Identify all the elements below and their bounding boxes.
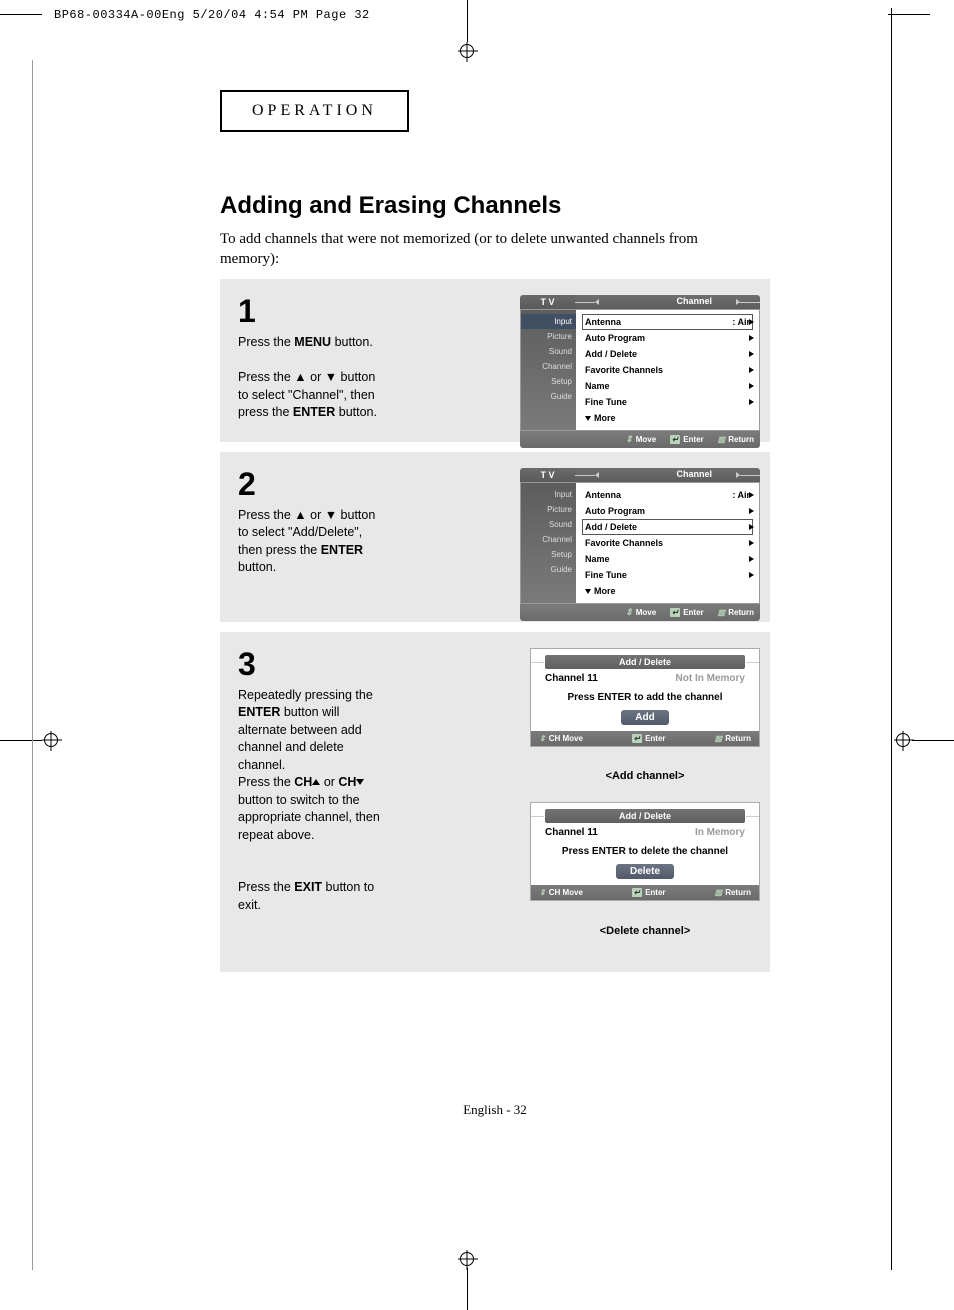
sidebar-sound: Sound [521, 517, 576, 532]
osd-title: Channel [676, 296, 712, 306]
popup-channel: Channel 11 [545, 827, 598, 838]
osd-row-name: Name [582, 551, 753, 567]
osd-row-add: Add / Delete [582, 346, 753, 362]
print-header: BP68-00334A-00Eng 5/20/04 4:54 PM Page 3… [54, 8, 370, 22]
intro-text: To add channels that were not memorized … [220, 230, 740, 269]
popup-add: Add / Delete Channel 11 Not In Memory Pre… [530, 648, 760, 747]
osd-row-fav: Favorite Channels [582, 362, 753, 378]
page-number: English - 32 [220, 1102, 770, 1118]
move-icon [625, 607, 633, 618]
osd-row-fine: Fine Tune [582, 567, 753, 583]
osd-row-antenna: Antenna: Air [582, 487, 753, 503]
ch-down-icon [356, 779, 364, 785]
enter-icon [632, 888, 642, 897]
popup-delete: Add / Delete Channel 11 In Memory Press E… [530, 802, 760, 901]
sidebar-input: Input [521, 487, 576, 502]
popup-delete-caption: <Delete channel> [530, 925, 760, 937]
step-2: 2 Press the ▲ or ▼ button to select "Add… [220, 452, 770, 622]
sidebar-channel: Channel [521, 359, 576, 374]
margin-line [32, 60, 33, 1270]
osd-sidebar: Input Picture Sound Channel Setup Guide [521, 483, 576, 603]
crop-mark [0, 14, 42, 15]
sidebar-setup: Setup [521, 374, 576, 389]
popup-title: Add / Delete [545, 809, 745, 823]
move-icon [625, 434, 633, 445]
step-text: Press the MENU button. Press the ▲ or ▼ … [238, 334, 388, 422]
enter-icon [632, 734, 642, 743]
section-label: OPERATION [252, 102, 377, 119]
osd-row-fine: Fine Tune [582, 394, 753, 410]
osd-screenshot-2: T V Channel Input Picture Sound Channel … [520, 468, 760, 621]
osd-tv-label: T V [520, 468, 575, 482]
crop-mark-bottom [460, 1252, 474, 1310]
sidebar-input: Input [521, 314, 576, 329]
crop-mark-right [912, 740, 954, 741]
popup-footer: CH Move Enter Return [531, 885, 759, 900]
page-title: Adding and Erasing Channels [220, 192, 770, 220]
popup-status: In Memory [695, 827, 745, 838]
osd-row-more: More [582, 583, 753, 599]
popup-status: Not In Memory [676, 673, 745, 684]
delete-button: Delete [616, 864, 674, 879]
osd-row-auto: Auto Program [582, 503, 753, 519]
osd-footer: Move Enter Return [520, 604, 760, 621]
sidebar-guide: Guide [521, 562, 576, 577]
enter-icon [670, 435, 680, 444]
popup-title: Add / Delete [545, 655, 745, 669]
return-icon [715, 888, 723, 897]
step-text: Repeatedly pressing the ENTER button wil… [238, 687, 388, 915]
popup-channel: Channel 11 [545, 673, 598, 684]
osd-row-fav: Favorite Channels [582, 535, 753, 551]
osd-row-more: More [582, 410, 753, 426]
crop-mark [888, 14, 930, 15]
return-icon [718, 608, 726, 617]
popup-add-caption: <Add channel> [530, 770, 760, 782]
osd-title: Channel [676, 469, 712, 479]
osd-row-antenna: Antenna: Air [582, 314, 753, 330]
osd-sidebar: Input Picture Sound Channel Setup Guide [521, 310, 576, 430]
osd-row-add: Add / Delete [582, 519, 753, 535]
return-icon [718, 435, 726, 444]
sidebar-sound: Sound [521, 344, 576, 359]
popup-instruction: Press ENTER to add the channel [531, 688, 759, 707]
sidebar-setup: Setup [521, 547, 576, 562]
step-1: 1 Press the MENU button. Press the ▲ or … [220, 279, 770, 442]
section-tab: OPERATION [220, 90, 409, 132]
sidebar-guide: Guide [521, 389, 576, 404]
popup-footer: CH Move Enter Return [531, 731, 759, 746]
sidebar-channel: Channel [521, 532, 576, 547]
sidebar-picture: Picture [521, 502, 576, 517]
return-icon [715, 734, 723, 743]
osd-tv-label: T V [520, 295, 575, 309]
enter-icon [670, 608, 680, 617]
osd-row-auto: Auto Program [582, 330, 753, 346]
osd-row-name: Name [582, 378, 753, 394]
osd-footer: Move Enter Return [520, 431, 760, 448]
sidebar-picture: Picture [521, 329, 576, 344]
add-button: Add [621, 710, 668, 725]
popup-instruction: Press ENTER to delete the channel [531, 842, 759, 861]
ch-move-icon [539, 888, 546, 897]
step-3: 3 Repeatedly pressing the ENTER button w… [220, 632, 770, 972]
crop-mark-top [460, 0, 474, 58]
ch-move-icon [539, 734, 546, 743]
step-text: Press the ▲ or ▼ button to select "Add/D… [238, 507, 388, 577]
osd-screenshot-1: T V Channel Input Picture Sound Channel … [520, 295, 760, 448]
margin-line [891, 8, 892, 1270]
crop-mark-left [0, 740, 42, 741]
